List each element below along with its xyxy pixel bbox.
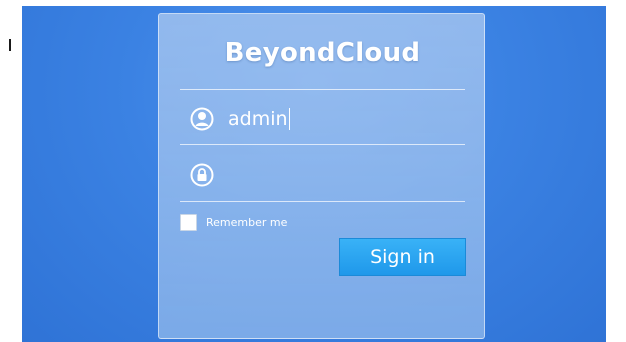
password-field[interactable]	[180, 155, 465, 195]
divider-bottom	[180, 201, 465, 202]
window-frame: BeyondCloud admin Remember me Sign in	[0, 0, 626, 342]
remember-label: Remember me	[206, 216, 288, 229]
text-cursor	[288, 108, 290, 130]
brand-title: BeyondCloud	[224, 38, 421, 68]
username-field[interactable]: admin	[180, 99, 465, 139]
side-mark	[9, 39, 11, 51]
remember-checkbox[interactable]	[180, 214, 197, 231]
remember-me: Remember me	[180, 214, 287, 231]
login-background: BeyondCloud admin Remember me Sign in	[22, 6, 606, 342]
sign-in-button[interactable]: Sign in	[339, 238, 466, 276]
username-value: admin	[228, 108, 288, 130]
user-icon	[190, 107, 214, 131]
divider-top	[180, 89, 465, 90]
login-panel: BeyondCloud admin Remember me Sign in	[158, 13, 485, 339]
divider-middle	[180, 144, 465, 145]
lock-icon	[190, 163, 214, 187]
